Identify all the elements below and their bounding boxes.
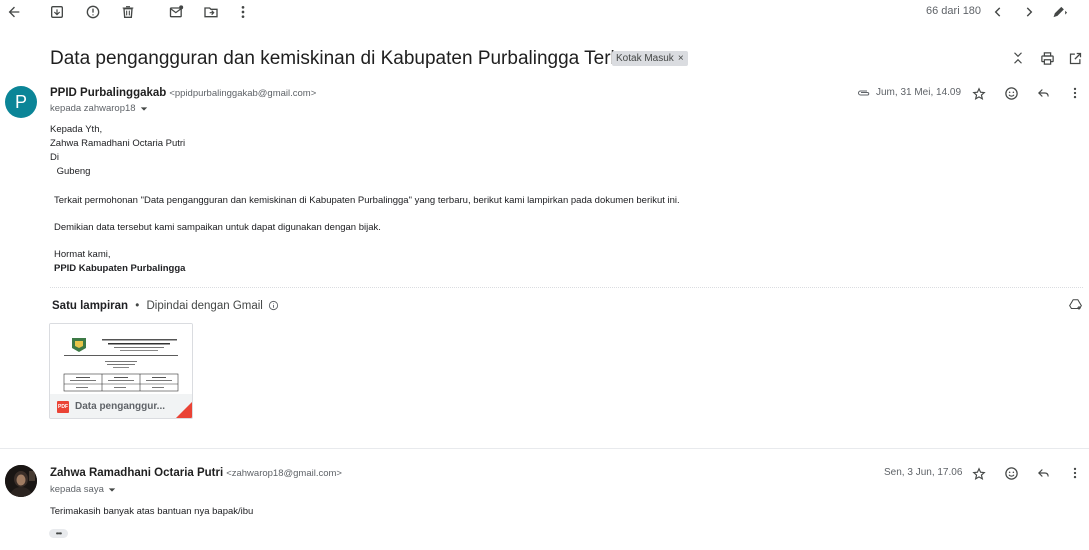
sender-avatar-photo[interactable] <box>5 465 37 497</box>
attachment-count: Satu lampiran <box>52 300 129 312</box>
chevron-left-icon[interactable] <box>989 3 1007 21</box>
recipient-line: Zahwa Ramadhani Octaria Putri <box>50 138 186 149</box>
closing-line: Hormat kami, <box>54 249 111 260</box>
pdf-preview-image <box>50 324 192 394</box>
sender-name-2[interactable]: Zahwa Ramadhani Octaria Putri <zahwarop18… <box>50 467 342 479</box>
chevron-right-icon[interactable] <box>1020 3 1038 21</box>
separator: • <box>135 300 140 312</box>
scanned-text: Dipindai dengan Gmail <box>146 300 263 312</box>
message-divider <box>0 448 1089 449</box>
collapse-all-icon[interactable] <box>1010 50 1026 66</box>
reply-body: Terimakasih banyak atas bantuan nya bapa… <box>50 506 254 517</box>
recipient-text-2: kepada saya <box>50 484 104 495</box>
caret-down-icon <box>140 105 148 113</box>
greeting-line: Kepada Yth, <box>50 124 103 135</box>
more-options-icon[interactable] <box>1067 465 1083 481</box>
emoji-reaction-icon[interactable] <box>1003 465 1019 481</box>
attachment-filename: Data penganggur... <box>75 401 166 412</box>
message-date: Jum, 31 Mei, 14.09 <box>876 87 962 98</box>
sender-name[interactable]: PPID Purbalinggakab <ppidpurbalinggakab@g… <box>50 87 316 99</box>
attachment-footer: PDF Data penganggur... <box>50 394 192 418</box>
signature-line: PPID Kabupaten Purbalingga <box>54 263 186 274</box>
attachment-clip-icon <box>857 87 871 99</box>
move-to-folder-icon[interactable] <box>202 3 220 21</box>
print-icon[interactable] <box>1039 50 1055 66</box>
remove-label-icon[interactable]: × <box>678 53 684 64</box>
add-to-drive-icon[interactable] <box>1067 297 1083 313</box>
label-chip-text: Kotak Masuk <box>616 53 674 64</box>
toolbar: 66 dari 180 <box>0 0 1089 24</box>
attachment-card[interactable]: PDF Data penganggur... <box>49 323 193 419</box>
info-icon[interactable] <box>268 300 279 311</box>
emoji-reaction-icon[interactable] <box>1003 85 1019 101</box>
body-paragraph-2: Demikian data tersebut kami sampaikan un… <box>54 222 381 233</box>
trash-icon[interactable] <box>119 3 137 21</box>
attachment-heading: Satu lampiran • Dipindai dengan Gmail <box>52 300 279 312</box>
caret-down-icon <box>108 486 116 494</box>
mark-unread-icon[interactable] <box>167 3 185 21</box>
location-line: Gubeng <box>54 166 91 177</box>
open-in-new-window-icon[interactable] <box>1067 50 1083 66</box>
message-count: 66 dari 180 <box>926 5 982 17</box>
sender-avatar[interactable]: P <box>5 86 37 118</box>
star-icon[interactable] <box>971 466 987 482</box>
sender-email-2: <zahwarop18@gmail.com> <box>226 468 342 479</box>
reply-icon[interactable] <box>1035 465 1051 481</box>
report-spam-icon[interactable] <box>84 3 102 21</box>
recipient-details-2[interactable]: kepada saya <box>50 484 116 495</box>
label-chip-inbox[interactable]: Kotak Masuk × <box>612 51 688 66</box>
more-options-icon[interactable] <box>1067 85 1083 101</box>
star-icon[interactable] <box>971 86 987 102</box>
sender-name-text: PPID Purbalinggakab <box>50 87 167 99</box>
recipient-text: kepada zahwarop18 <box>50 103 136 114</box>
recipient-details[interactable]: kepada zahwarop18 <box>50 103 148 114</box>
more-vert-icon[interactable] <box>234 3 252 21</box>
back-arrow-icon[interactable] <box>5 3 23 21</box>
edit-pen-icon[interactable] <box>1051 3 1069 21</box>
reply-icon[interactable] <box>1035 85 1051 101</box>
sender-email: <ppidpurbalinggakab@gmail.com> <box>169 88 317 99</box>
pdf-file-icon: PDF <box>57 400 69 413</box>
page-fold-corner <box>176 402 192 418</box>
attachment-divider <box>50 287 1083 288</box>
show-trimmed-content-button[interactable]: ••• <box>49 529 68 538</box>
di-line: Di <box>50 152 59 163</box>
archive-icon[interactable] <box>48 3 66 21</box>
sender-name-text-2: Zahwa Ramadhani Octaria Putri <box>50 467 224 479</box>
attachment-thumbnail <box>50 324 192 394</box>
email-subject: Data pengangguran dan kemiskinan di Kabu… <box>50 48 649 69</box>
body-paragraph-1: Terkait permohonan "Data pengangguran da… <box>54 195 680 206</box>
message-date-2: Sen, 3 Jun, 17.06 <box>884 467 963 478</box>
